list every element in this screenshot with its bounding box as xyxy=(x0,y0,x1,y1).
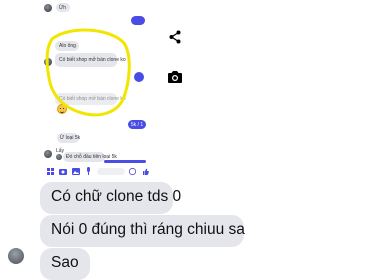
message-bubble: Sao xyxy=(40,248,90,280)
camera-icon[interactable] xyxy=(167,69,183,85)
message-text: Có chữ clone tds 0 xyxy=(51,188,182,205)
highlight-ring xyxy=(45,28,131,117)
message-bubble: Nói 0 đúng thì ráng chiuu sa xyxy=(40,215,245,247)
avatar xyxy=(8,248,24,264)
message-bubble: Có chữ clone tds 0 xyxy=(40,182,181,214)
message-text: Nói 0 đúng thì ráng chiuu sa xyxy=(51,221,245,238)
share-icon[interactable] xyxy=(167,29,183,45)
embedded-chat-screenshot: Ừh Alo ông Có biết shop mở bán clone ko … xyxy=(0,0,374,175)
